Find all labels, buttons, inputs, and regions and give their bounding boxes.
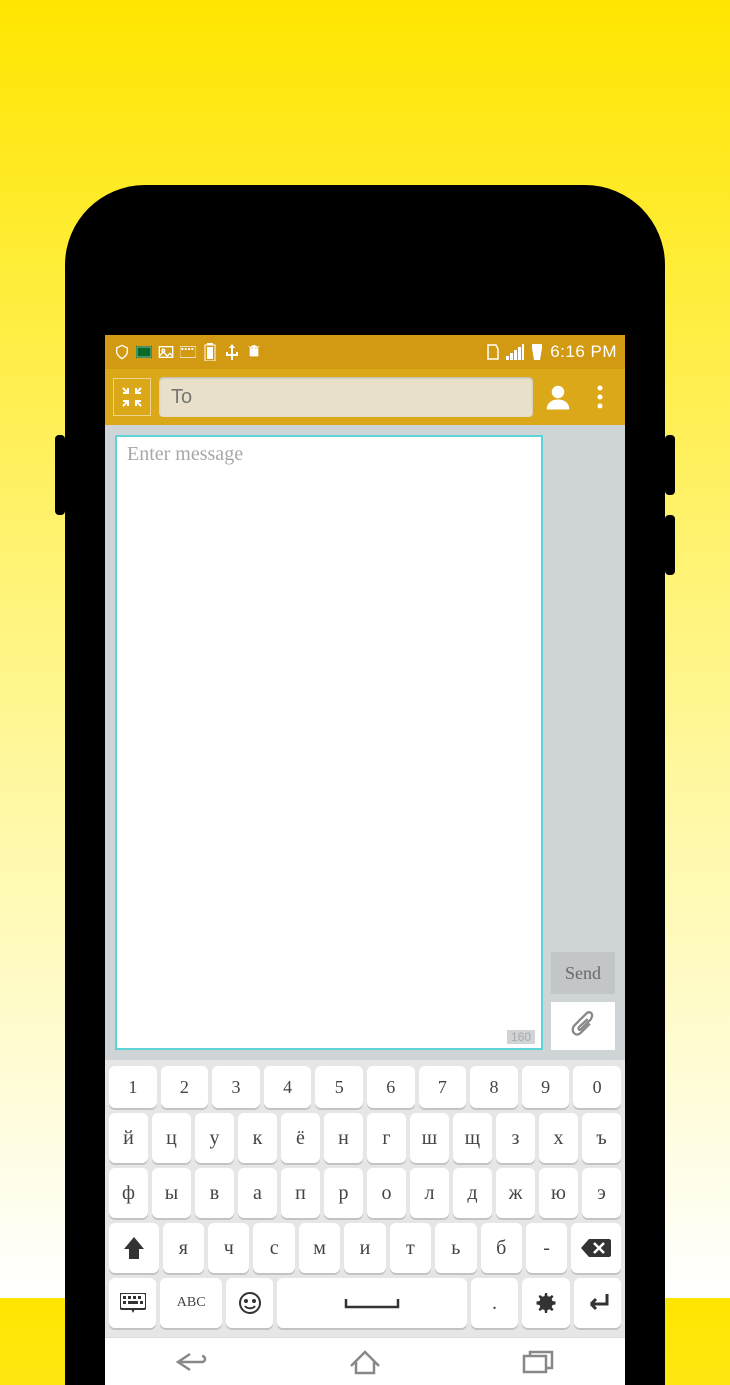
sim-icon	[484, 343, 502, 361]
key-з[interactable]: з	[496, 1113, 535, 1163]
key--[interactable]: -	[526, 1223, 567, 1273]
key-т[interactable]: т	[390, 1223, 431, 1273]
collapse-icon[interactable]	[113, 378, 151, 416]
key-ы[interactable]: ы	[152, 1168, 191, 1218]
keyboard-layout-key[interactable]	[109, 1278, 156, 1328]
abc-key[interactable]: ABC	[160, 1278, 222, 1328]
key-ж[interactable]: ж	[496, 1168, 535, 1218]
android-icon	[245, 343, 263, 361]
recent-apps-button[interactable]	[520, 1348, 556, 1376]
space-key[interactable]	[277, 1278, 467, 1328]
navigation-bar	[105, 1337, 625, 1385]
key-г[interactable]: г	[367, 1113, 406, 1163]
key-р[interactable]: р	[324, 1168, 363, 1218]
key-м[interactable]: м	[299, 1223, 340, 1273]
key-щ[interactable]: щ	[453, 1113, 492, 1163]
key-в[interactable]: в	[195, 1168, 234, 1218]
key-ь[interactable]: ь	[435, 1223, 476, 1273]
key-й[interactable]: й	[109, 1113, 148, 1163]
key-7[interactable]: 7	[419, 1066, 467, 1108]
settings-key[interactable]	[522, 1278, 569, 1328]
key-ш[interactable]: ш	[410, 1113, 449, 1163]
usb-icon	[223, 343, 241, 361]
key-л[interactable]: л	[410, 1168, 449, 1218]
keyboard-row-2: фывапролджюэ	[109, 1168, 621, 1218]
message-placeholder: Enter message	[117, 437, 541, 472]
app-header	[105, 369, 625, 425]
key-х[interactable]: х	[539, 1113, 578, 1163]
key-0[interactable]: 0	[573, 1066, 621, 1108]
phone-side-button	[665, 435, 675, 495]
key-6[interactable]: 6	[367, 1066, 415, 1108]
keyboard-row-1: йцукёнгшщзхъ	[109, 1113, 621, 1163]
key-к[interactable]: к	[238, 1113, 277, 1163]
image-icon	[157, 343, 175, 361]
shield-icon	[113, 343, 131, 361]
to-input[interactable]	[159, 377, 533, 417]
compose-area: Enter message 160 Send	[105, 425, 625, 1060]
key-1[interactable]: 1	[109, 1066, 157, 1108]
status-time: 6:16 PM	[550, 342, 617, 362]
contact-icon[interactable]	[541, 380, 575, 414]
message-input[interactable]: Enter message 160	[115, 435, 543, 1050]
key-ч[interactable]: ч	[208, 1223, 249, 1273]
key-4[interactable]: 4	[264, 1066, 312, 1108]
send-button[interactable]: Send	[551, 952, 615, 994]
key-ё[interactable]: ё	[281, 1113, 320, 1163]
status-bar: 6:16 PM	[105, 335, 625, 369]
key-п[interactable]: п	[281, 1168, 320, 1218]
key-9[interactable]: 9	[522, 1066, 570, 1108]
key-у[interactable]: у	[195, 1113, 234, 1163]
battery-icon	[201, 343, 219, 361]
key-3[interactable]: 3	[212, 1066, 260, 1108]
key-а[interactable]: а	[238, 1168, 277, 1218]
key-ф[interactable]: ф	[109, 1168, 148, 1218]
phone-side-button	[55, 435, 65, 515]
app-badge-icon	[528, 343, 546, 361]
enter-key[interactable]	[574, 1278, 621, 1328]
home-button[interactable]	[347, 1348, 383, 1376]
key-о[interactable]: о	[367, 1168, 406, 1218]
key-я[interactable]: я	[163, 1223, 204, 1273]
key-и[interactable]: и	[344, 1223, 385, 1273]
phone-side-button	[665, 515, 675, 575]
emoji-key[interactable]	[226, 1278, 273, 1328]
overflow-menu-icon[interactable]	[583, 380, 617, 414]
key-ю[interactable]: ю	[539, 1168, 578, 1218]
phone-frame: 6:16 PM Enter message 160 Send	[65, 185, 665, 1385]
period-key[interactable]: .	[471, 1278, 518, 1328]
back-button[interactable]	[174, 1348, 210, 1376]
key-2[interactable]: 2	[161, 1066, 209, 1108]
keyboard: 1234567890 йцукёнгшщзхъ фывапролджюэ ячс…	[105, 1060, 625, 1337]
key-э[interactable]: э	[582, 1168, 621, 1218]
key-ъ[interactable]: ъ	[582, 1113, 621, 1163]
backspace-key[interactable]	[571, 1223, 621, 1273]
signal-icon	[506, 343, 524, 361]
keyboard-row-numbers: 1234567890	[109, 1066, 621, 1108]
key-д[interactable]: д	[453, 1168, 492, 1218]
key-5[interactable]: 5	[315, 1066, 363, 1108]
flag-icon	[135, 343, 153, 361]
key-б[interactable]: б	[481, 1223, 522, 1273]
key-с[interactable]: с	[253, 1223, 294, 1273]
char-count: 160	[507, 1030, 535, 1044]
keyboard-row-bottom: ABC .	[109, 1278, 621, 1328]
key-ц[interactable]: ц	[152, 1113, 191, 1163]
key-н[interactable]: н	[324, 1113, 363, 1163]
key-8[interactable]: 8	[470, 1066, 518, 1108]
attach-button[interactable]	[551, 1002, 615, 1050]
keyboard-row-3: ячсмитьб-	[109, 1223, 621, 1273]
screen: 6:16 PM Enter message 160 Send	[105, 335, 625, 1385]
shift-key[interactable]	[109, 1223, 159, 1273]
keyboard-small-icon	[179, 343, 197, 361]
